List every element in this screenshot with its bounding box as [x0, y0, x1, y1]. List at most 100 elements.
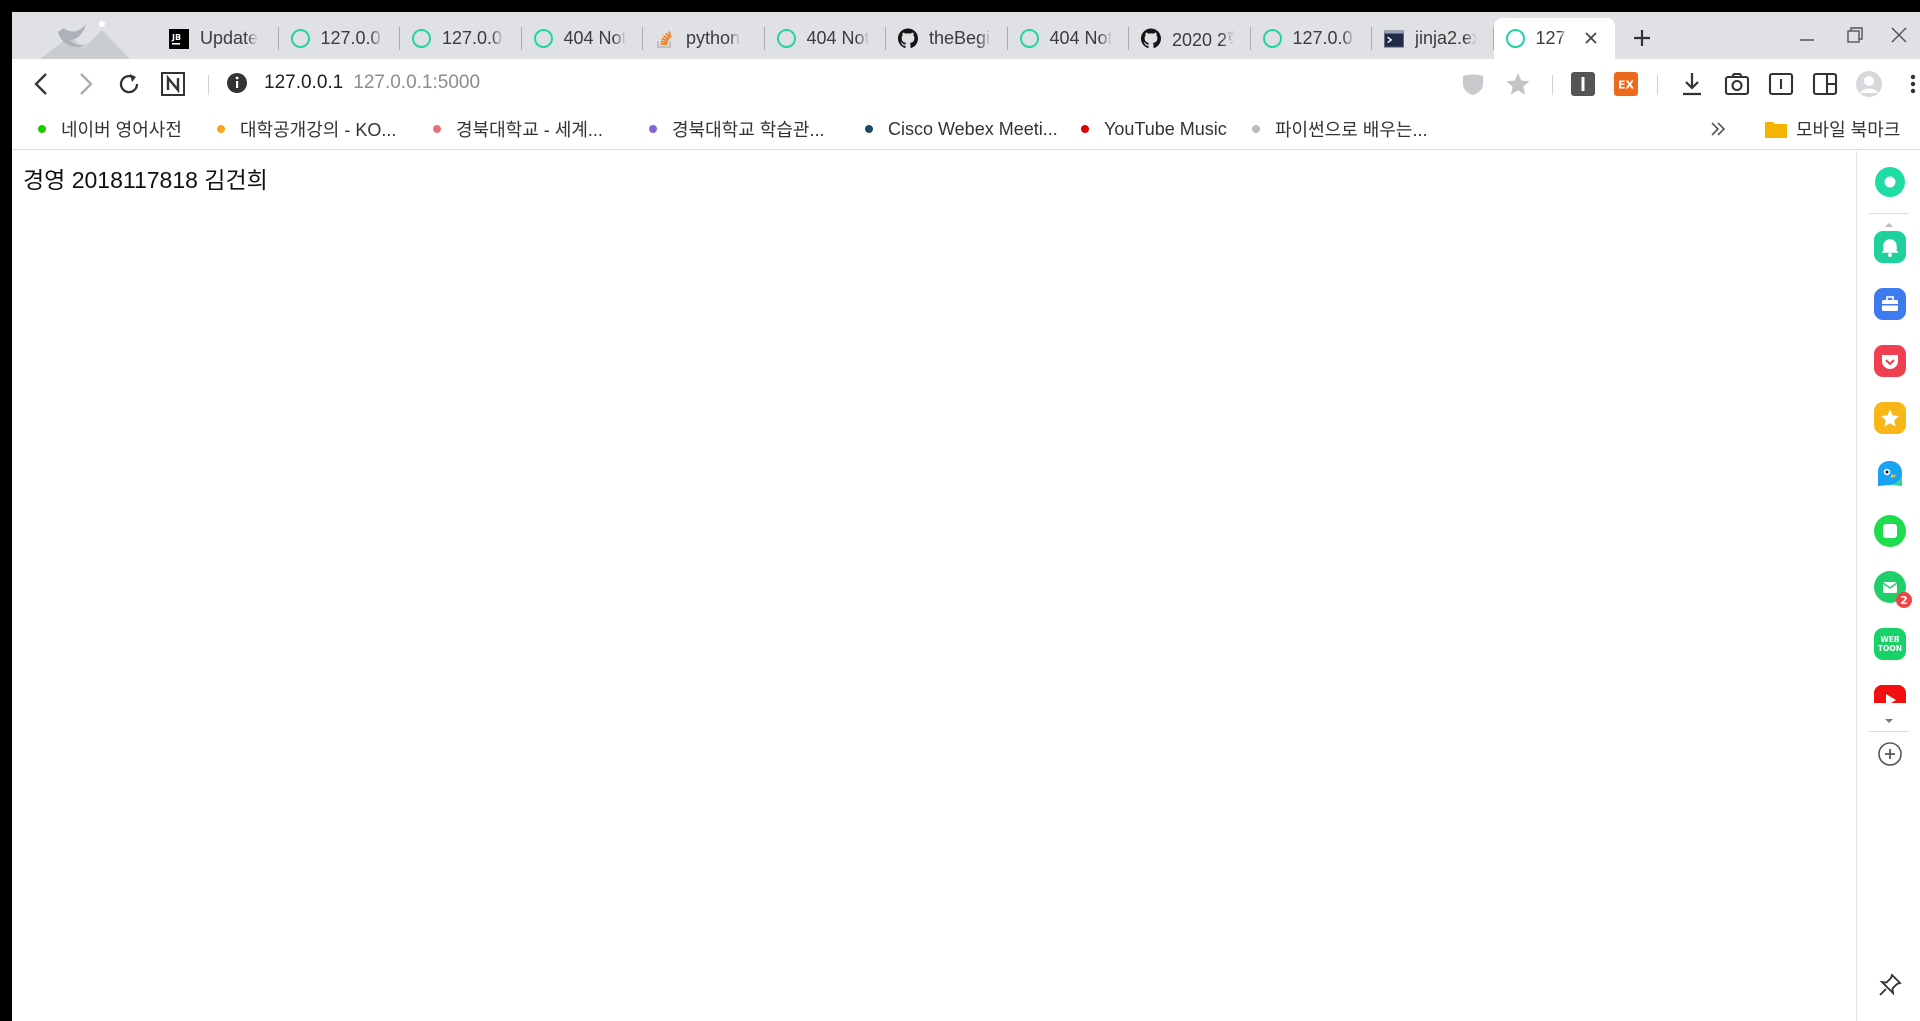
reader-button[interactable] — [1766, 69, 1796, 99]
avatar-icon — [1856, 71, 1882, 97]
star-icon — [1506, 73, 1530, 95]
bookmark-label: 파이썬으로 배우는... — [1275, 120, 1428, 140]
notification-button[interactable] — [1874, 231, 1906, 263]
profile-button[interactable] — [1854, 69, 1884, 99]
terminal-icon — [1384, 29, 1404, 49]
bookmark-webex[interactable]: Cisco Webex Meeti... — [865, 116, 1058, 142]
tab[interactable]: 404 Not Found — [522, 18, 644, 59]
bookmark-python-learning[interactable]: 파이썬으로 배우는... — [1252, 116, 1427, 142]
extension-ex-button[interactable]: EX — [1611, 69, 1641, 99]
tab-label: python — [686, 28, 741, 48]
back-button[interactable] — [27, 69, 57, 99]
address-bar[interactable]: 127.0.0.1 127.0.0.1:5000 — [226, 65, 1406, 101]
whale-ring-icon — [412, 29, 431, 48]
toolbar-divider — [208, 75, 209, 95]
split-view-icon — [1812, 72, 1838, 96]
tab[interactable]: 127.0.0.1 — [400, 18, 522, 59]
star-icon — [1881, 409, 1899, 427]
bookmark-star-button[interactable] — [1503, 69, 1533, 99]
restore-button[interactable] — [1840, 20, 1870, 50]
jetbrains-icon: JB — [169, 28, 189, 49]
close-tab-icon[interactable] — [1581, 28, 1601, 48]
tab-label: 127.0.0.1 — [1535, 28, 1566, 48]
bookmark-knu-world[interactable]: 경북대학교 - 세계... — [433, 116, 603, 142]
bookmarks-overflow-button[interactable] — [1707, 118, 1729, 140]
bell-icon — [1882, 239, 1898, 257]
favorites-button[interactable] — [1874, 402, 1906, 434]
tab-active[interactable]: 127.0.0.1 — [1493, 18, 1615, 59]
tab[interactable]: JB Update — [157, 18, 279, 59]
url-host: 127.0.0.1 — [264, 72, 344, 93]
whale-logo — [40, 18, 150, 59]
whale-ring-icon — [1875, 167, 1905, 197]
bookmark-youtube-music[interactable]: YouTube Music — [1081, 116, 1227, 142]
plus-circle-icon — [1878, 742, 1902, 766]
whale-space-button[interactable] — [1874, 166, 1906, 198]
side-panel-divider — [1869, 731, 1909, 732]
cursor-box-icon — [1768, 72, 1794, 96]
tab-label: 127.0.0.1 — [1292, 28, 1355, 48]
svg-text:EX: EX — [1618, 79, 1635, 92]
url-full: 127.0.0.1:5000 — [353, 72, 481, 93]
svg-text:JB: JB — [171, 33, 181, 42]
minimize-button[interactable] — [1792, 20, 1822, 50]
bookmark-folder-label: 모바일 북마크 — [1796, 120, 1901, 140]
forward-button[interactable] — [70, 69, 100, 99]
tab[interactable]: theBeginner — [886, 18, 1008, 59]
pocket-button[interactable] — [1874, 345, 1906, 377]
mail-app-button[interactable]: 2 — [1874, 571, 1912, 608]
side-panel-divider — [1869, 213, 1909, 214]
toolbar-divider — [1552, 75, 1553, 95]
add-panel-button[interactable] — [1874, 738, 1906, 770]
download-icon — [1683, 73, 1701, 96]
tab[interactable]: 404 Not Found — [1008, 18, 1130, 59]
webtoon-button[interactable]: WEB TOON — [1874, 628, 1906, 660]
naver-n-icon — [161, 72, 185, 96]
notification-badge: 2 — [1896, 592, 1912, 608]
whale-ring-icon — [1019, 29, 1039, 48]
tab[interactable]: 127.0.0.1 — [279, 18, 401, 59]
tab[interactable]: python — [643, 18, 765, 59]
tab[interactable]: jinja2.ex — [1372, 18, 1494, 59]
menu-button[interactable] — [1898, 69, 1920, 99]
reload-button[interactable] — [114, 69, 144, 99]
whale-ring-icon — [533, 29, 553, 48]
tab[interactable]: 127.0.0.1 — [1251, 18, 1373, 59]
whale-ring-icon — [1505, 29, 1525, 48]
tab-label: 404 Not Found — [1049, 28, 1112, 48]
bookmark-label: Cisco Webex Meeti... — [888, 118, 1058, 139]
bookmark-dot-icon — [649, 125, 657, 133]
green-app-button[interactable] — [1874, 515, 1906, 547]
scroll-up-icon[interactable] — [1883, 221, 1895, 229]
sidebar-toggle-button[interactable] — [1810, 69, 1840, 99]
youtube-icon — [1874, 685, 1906, 703]
bookmark-kocw[interactable]: 대학공개강의 - KO... — [217, 116, 396, 142]
pin-panel-button[interactable] — [1874, 969, 1906, 1001]
camera-icon — [1724, 72, 1750, 96]
tab-label: 404 Not Found — [806, 28, 869, 48]
scroll-down-icon[interactable] — [1883, 717, 1895, 725]
bookmark-label: YouTube Music — [1104, 118, 1227, 139]
bookmark-dot-icon — [38, 125, 46, 133]
toolbox-button[interactable] — [1874, 288, 1906, 320]
download-button[interactable] — [1677, 69, 1707, 99]
shield-button[interactable] — [1458, 69, 1488, 99]
mobile-bookmarks-folder[interactable]: 모바일 북마크 — [1764, 116, 1900, 142]
github-icon — [1141, 28, 1161, 49]
info-icon[interactable] — [226, 72, 248, 94]
capture-button[interactable] — [1722, 69, 1752, 99]
bookmark-naver-dictionary[interactable]: 네이버 영어사전 — [38, 116, 182, 142]
extension-i-button[interactable] — [1568, 69, 1598, 99]
bookmark-label: 경북대학교 - 세계... — [456, 120, 603, 140]
bookmark-knu-learning[interactable]: 경북대학교 학습관... — [649, 116, 824, 142]
new-tab-button[interactable] — [1628, 24, 1656, 52]
tab[interactable]: 2020 2학기 — [1129, 18, 1251, 59]
tab-list: JB Update 127.0.0.1 127.0.0.1 404 Not Found p… — [157, 18, 1615, 59]
whale-ring-icon — [776, 29, 796, 48]
tab[interactable]: 404 Not Found — [765, 18, 887, 59]
close-window-button[interactable] — [1884, 20, 1914, 50]
youtube-button[interactable] — [1874, 685, 1906, 703]
folder-icon — [1765, 122, 1787, 138]
papago-button[interactable] — [1874, 458, 1906, 490]
naver-home-button[interactable] — [158, 69, 188, 99]
